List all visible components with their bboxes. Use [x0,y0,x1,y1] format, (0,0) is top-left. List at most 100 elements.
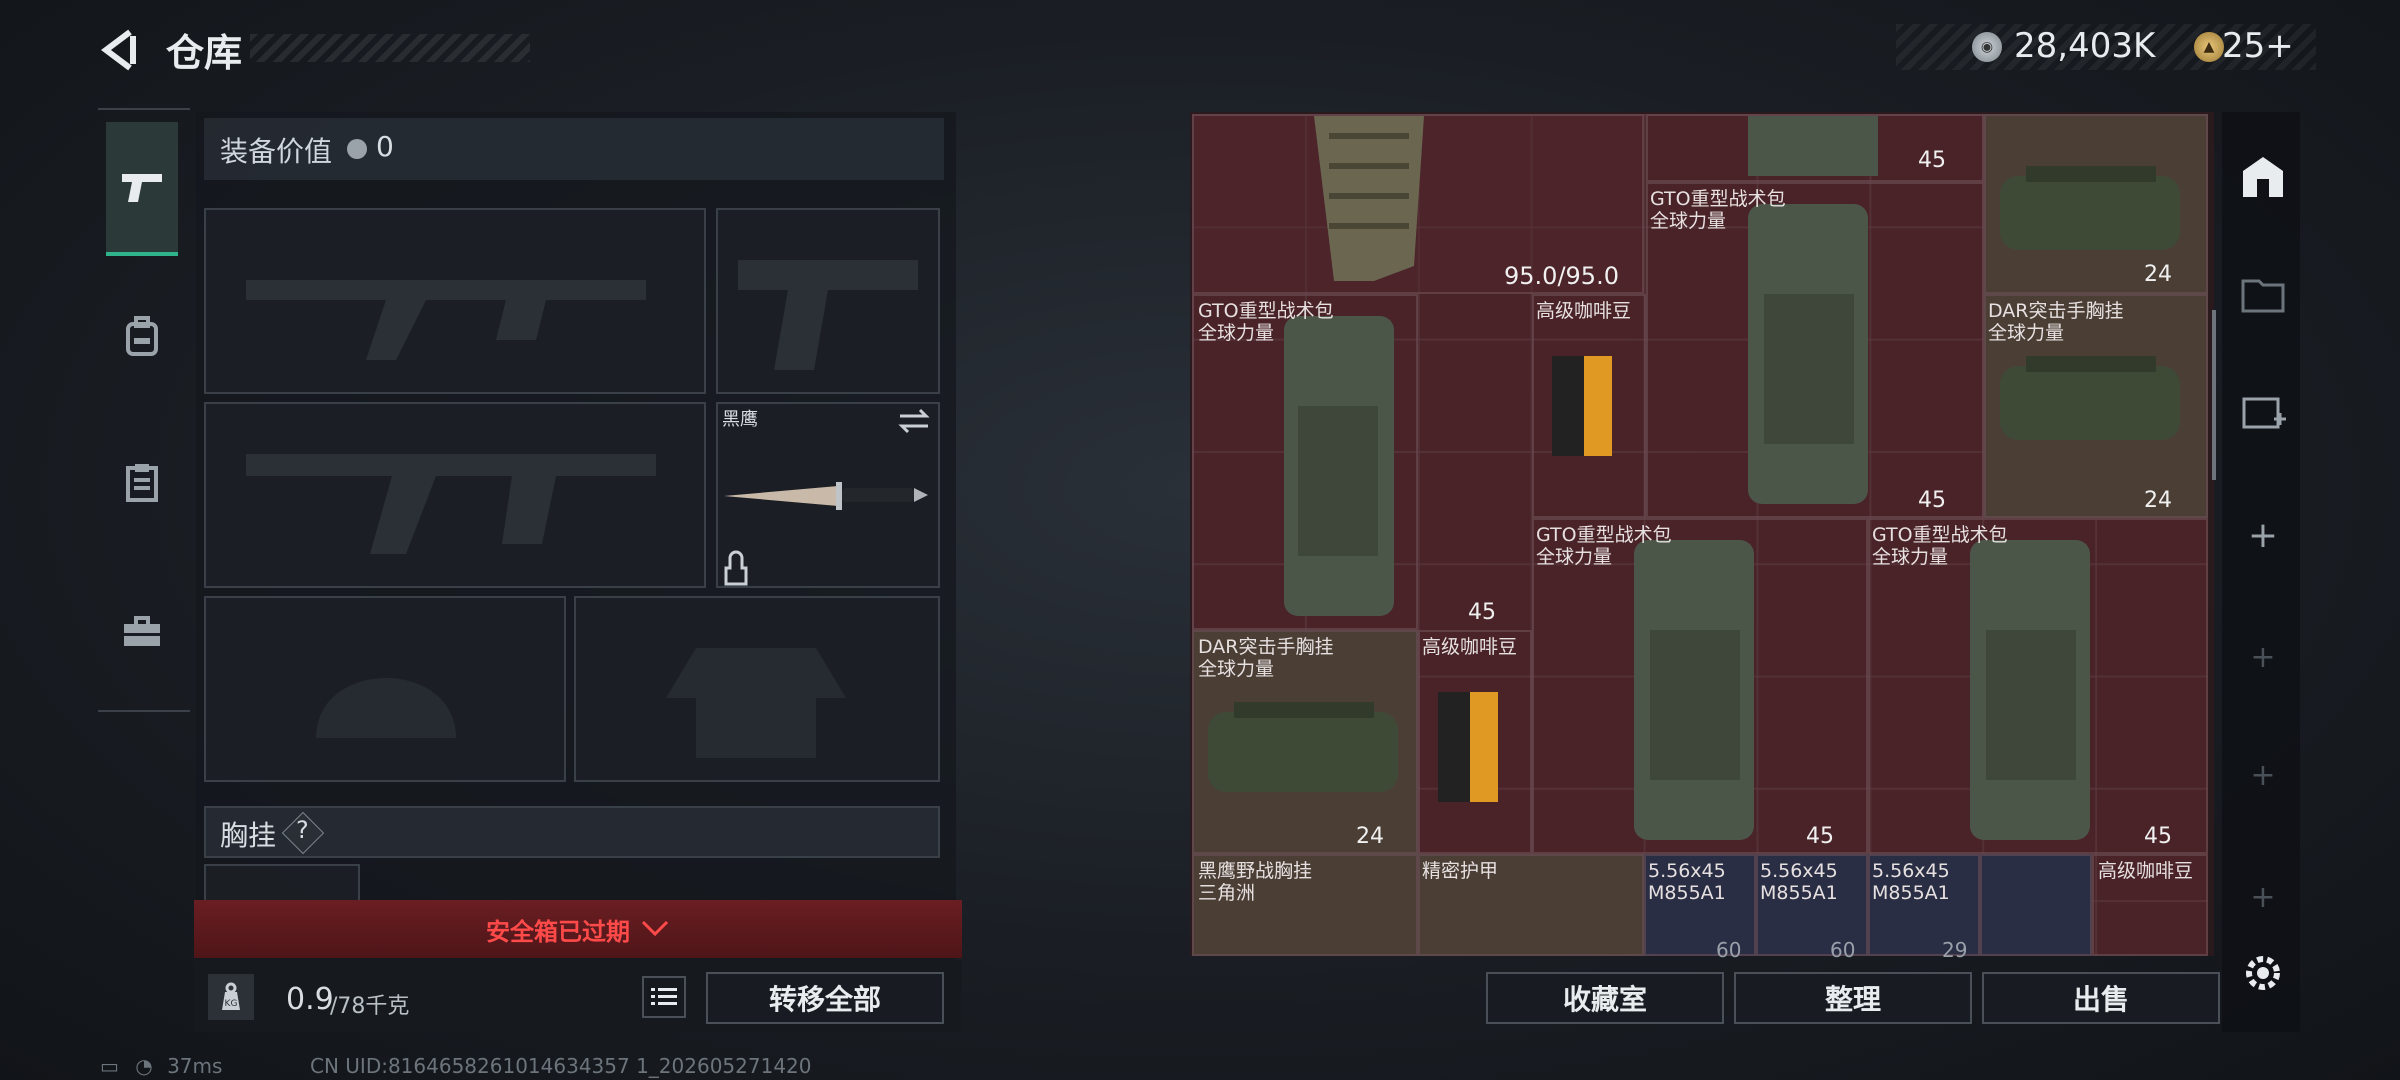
briefcase-icon [124,616,160,646]
help-mark: ? [296,816,309,844]
wifi-icon: ◔ [135,1054,153,1078]
uid-text: CN UID:8164658261014634357 1_20260527142… [310,1054,812,1078]
gold-value[interactable]: 25+ [2222,26,2294,66]
collection-room-button[interactable]: 收藏室 [1486,972,1724,1024]
backpack-item-icon [1970,540,2090,840]
storage-item-vest[interactable] [1984,114,2208,294]
add-icon[interactable]: + [2236,508,2290,562]
storage-item-backpack[interactable] [1868,518,2208,854]
list-view-button[interactable] [642,976,686,1018]
equipment-value-label: 装备价值 [220,135,333,168]
tab-weapons[interactable] [106,122,178,256]
safebox-text: 安全箱已过期 [486,917,630,946]
add-icon[interactable]: + [2236,630,2290,684]
item-tag: 45 [1468,600,1496,625]
storage-item-backpack[interactable] [1192,294,1418,630]
coffee-bag-icon [1438,692,1498,802]
sort-button[interactable]: 整理 [1734,972,1972,1024]
storage-folder-icon[interactable] [2236,266,2290,320]
chevron-down-icon [641,920,669,937]
svg-text:KG: KG [225,999,238,1009]
ammo-count: 60 [1716,938,1742,962]
category-tabs [98,108,190,712]
ping-text: 37ms [167,1054,223,1078]
tab-backpack[interactable] [106,300,178,372]
item-name: 5.56x45 M855A1 [1872,860,1950,904]
backpack-item-icon [1284,316,1394,616]
item-tag: 45 [1918,148,1946,173]
tab-case[interactable] [106,596,178,668]
backpack-item-icon [1634,540,1754,840]
vest-item-icon [2000,166,2180,250]
title-decoration [250,34,530,62]
silver-coin-icon [347,139,367,159]
weight-icon: KG [208,974,254,1020]
item-name: GTO重型战术包 全球力量 [1650,188,1786,232]
vest-icon [126,464,158,502]
armor-silhouette-icon [666,648,846,758]
add-icon[interactable]: + [2236,748,2290,802]
swap-icon[interactable] [898,408,930,434]
storage-home-icon[interactable] [2236,150,2290,204]
armor-slot[interactable] [574,596,940,782]
network-status: ▭ ◔ 37ms [100,1054,222,1078]
weight-value: 0.9 [286,982,334,1017]
item-tag: 24 [1356,824,1384,849]
durability-text: 95.0/95.0 [1504,262,1619,290]
item-name: DAR突击手胸挂 全球力量 [1198,636,1334,680]
item-tag: 24 [2144,262,2172,287]
storage-empty-cell[interactable] [1980,854,2092,956]
transfer-all-button[interactable]: 转移全部 [706,972,944,1024]
secondary-weapon-slot[interactable] [204,402,706,588]
weight-max: /78千克 [330,994,410,1019]
item-name: 黑鹰野战胸挂 三角洲 [1198,860,1313,904]
storage-scrollbar[interactable] [2212,310,2216,480]
item-name: 高级咖啡豆 [1422,636,1518,658]
back-arrow-icon [101,29,136,71]
add-icon[interactable]: + [2236,870,2290,924]
knife-name: 黑鹰 [722,409,758,430]
vest-slot[interactable] [204,864,360,904]
pistol-silhouette-icon [738,260,918,370]
coffee-bag-icon [1552,356,1612,456]
storage-item-backpack[interactable] [1532,518,1868,854]
item-name: 高级咖啡豆 [2098,860,2194,882]
pistol-icon [122,174,162,202]
rifle-silhouette-icon [246,454,656,554]
item-name: 高级咖啡豆 [1536,300,1632,322]
pistol-slot[interactable] [716,208,940,394]
back-button[interactable] [96,26,144,74]
sell-button[interactable]: 出售 [1982,972,2220,1024]
list-icon [651,988,677,1005]
item-tag: 45 [2144,824,2172,849]
item-name: 5.56x45 M855A1 [1760,860,1838,904]
page-title: 仓库 [166,31,243,75]
primary-weapon-slot[interactable] [204,208,706,394]
item-tag: 24 [2144,488,2172,513]
equipment-value: 0 [376,130,394,163]
helmet-slot[interactable] [204,596,566,782]
backpack-icon [126,316,158,356]
ammo-count: 29 [1942,938,1968,962]
backpack-item-icon [1748,204,1868,504]
gold-coin-icon: ▲ [2194,32,2224,62]
storage-item-backpack[interactable] [1646,182,1984,518]
currency-value: 28,403K [2014,26,2156,66]
ammo-count: 60 [1830,938,1856,962]
gear-icon[interactable] [2238,948,2288,998]
safebox-expired-banner[interactable]: 安全箱已过期 [194,900,962,958]
silver-coin-icon: ◉ [1972,32,2002,62]
item-tag: 45 [1806,824,1834,849]
storage-item-coffee[interactable] [1418,630,1532,854]
item-name: GTO重型战术包 全球力量 [1536,524,1672,568]
item-name: DAR突击手胸挂 全球力量 [1988,300,2124,344]
item-tag: 45 [1918,488,1946,513]
item-name: GTO重型战术包 全球力量 [1872,524,2008,568]
helmet-silhouette-icon [316,678,456,738]
storage-item-coffee[interactable] [1532,294,1646,518]
add-storage-icon[interactable] [2236,386,2290,440]
rifle-silhouette-icon [246,280,646,360]
tab-vest[interactable] [106,446,178,518]
battery-icon: ▭ [100,1054,119,1078]
item-name: GTO重型战术包 全球力量 [1198,300,1334,344]
